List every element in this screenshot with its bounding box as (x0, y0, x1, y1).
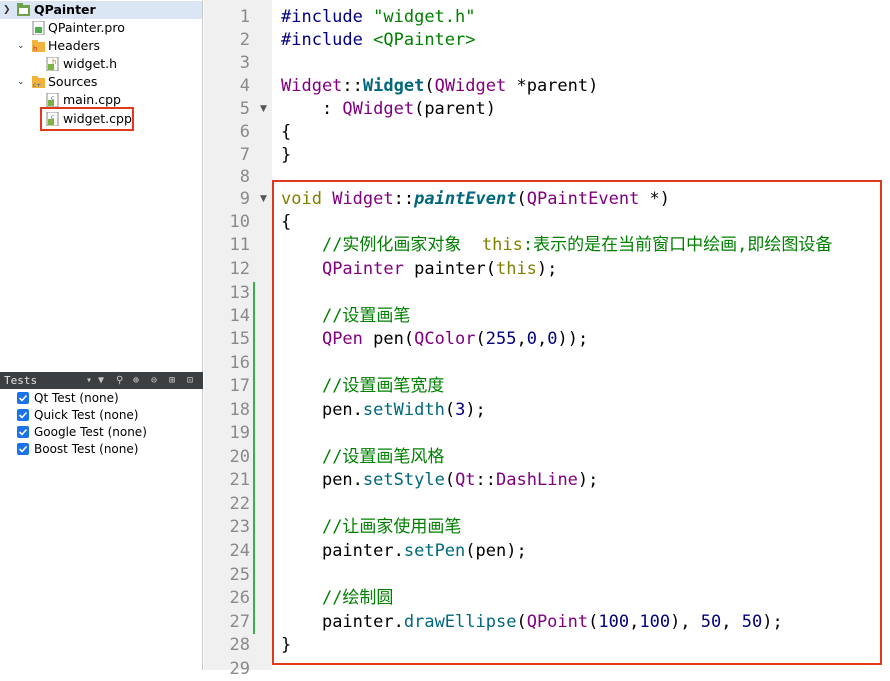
source-file-icon: c (46, 93, 59, 107)
code-token: } (281, 145, 292, 165)
line-number: 28 (229, 635, 250, 655)
filter-icon[interactable]: ▼ (98, 372, 104, 389)
line-number: 8 (239, 167, 250, 187)
code-token: { (281, 122, 292, 142)
svg-text:c: c (51, 95, 54, 102)
close-panel-icon[interactable]: ⊡ (187, 372, 193, 389)
expand-icon[interactable]: ⊕ (133, 372, 139, 389)
tests-panel-header: Tests ▾ ▼ ⚲ ⊕ ⊖ ⊞ ⊡ (0, 372, 203, 389)
file-highlight-box (40, 107, 134, 131)
dropdown-icon[interactable]: ▾ (86, 372, 92, 389)
line-number-gutter: 1 2 3 4 5 6 7 8 9 10 11 12 13 14 15 16 1… (204, 0, 272, 679)
change-marker-bar (253, 282, 255, 634)
checkbox-checked-icon[interactable] (17, 426, 29, 438)
code-line-2: #include <QPainter> (281, 29, 476, 52)
svg-text:h: h (52, 58, 56, 66)
code-token: QWidget (434, 76, 507, 96)
line-number: 25 (229, 565, 250, 585)
link-icon[interactable]: ⚲ (116, 372, 123, 389)
pro-file-label: QPainter.pro (48, 20, 125, 35)
header-file-label: widget.h (63, 56, 118, 71)
header-file-icon: h (46, 57, 59, 71)
code-token: #include (281, 30, 363, 50)
tree-item-headers[interactable]: ⌄ h Headers (0, 37, 202, 55)
checkbox-checked-icon[interactable] (17, 392, 29, 404)
pro-file-icon (32, 21, 45, 35)
checkbox-checked-icon[interactable] (17, 443, 29, 455)
code-token: Widget (281, 76, 343, 96)
test-label: Google Test (none) (34, 425, 147, 439)
code-token: (parent) (414, 99, 496, 119)
line-number: 15 (229, 329, 250, 349)
line-number: 2 (239, 30, 250, 50)
code-token: "widget.h" (373, 7, 476, 27)
folder-icon: c+ (32, 76, 45, 89)
project-panel: ❯ QPainter QPainter.pro ⌄ h Headers h wi… (0, 0, 203, 670)
line-number: 11 (229, 235, 250, 255)
tree-item-sources[interactable]: ⌄ c+ Sources (0, 73, 202, 91)
line-number: 22 (229, 494, 250, 514)
code-token: <QPainter> (373, 30, 476, 50)
code-token: #include (281, 7, 363, 27)
line-number: 14 (229, 306, 250, 326)
line-number: 24 (229, 541, 250, 561)
line-number: 20 (229, 447, 250, 467)
code-token: *parent) (506, 76, 599, 96)
function-highlight-box (272, 180, 882, 665)
line-number: 12 (229, 259, 250, 279)
tree-item-project[interactable]: ❯ QPainter (0, 1, 202, 19)
line-number: 6 (239, 122, 250, 142)
code-line-4: Widget::Widget(QWidget *parent) (281, 75, 598, 98)
code-line-7: } (281, 144, 291, 167)
project-folder-icon (17, 3, 30, 16)
tree-item-widget-h[interactable]: h widget.h (0, 55, 202, 73)
tree-item-pro-file[interactable]: QPainter.pro (0, 19, 202, 37)
line-number: 10 (229, 212, 250, 232)
test-label: Quick Test (none) (34, 408, 139, 422)
line-number: 18 (229, 400, 250, 420)
test-label: Qt Test (none) (34, 391, 119, 405)
checkbox-checked-icon[interactable] (17, 409, 29, 421)
tests-title: Tests (4, 374, 38, 387)
fold-arrow-icon[interactable]: ▼ (260, 194, 267, 204)
folder-icon: h (32, 40, 45, 53)
headers-label: Headers (48, 38, 101, 53)
code-line-5: : QWidget(parent) (281, 98, 496, 121)
chevron-down-icon[interactable]: ❯ (3, 1, 11, 19)
code-token: QWidget (342, 99, 415, 119)
test-label: Boost Test (none) (34, 442, 139, 456)
line-number: 3 (239, 53, 250, 73)
code-token: ( (424, 76, 435, 96)
code-line-6: { (281, 121, 291, 144)
line-number: 5 (239, 99, 250, 119)
code-token: : (281, 99, 343, 119)
line-number: 23 (229, 517, 250, 537)
code-token: Widget (362, 76, 425, 96)
split-icon[interactable]: ⊞ (169, 372, 175, 389)
line-number: 19 (229, 423, 250, 443)
chevron-down-icon[interactable]: ⌄ (17, 37, 25, 55)
line-number: 1 (239, 7, 250, 27)
line-number: 9 (239, 189, 250, 209)
line-number: 4 (239, 76, 250, 96)
project-name: QPainter (34, 2, 96, 17)
code-token: :: (342, 76, 363, 96)
line-number: 26 (229, 588, 250, 608)
line-number: 13 (229, 283, 250, 303)
line-number: 17 (229, 376, 250, 396)
svg-text:c+: c+ (33, 82, 41, 89)
svg-text:h: h (33, 45, 37, 53)
code-line-1: #include "widget.h" (281, 6, 476, 29)
fold-arrow-icon[interactable]: ▼ (260, 104, 267, 114)
sources-label: Sources (48, 74, 98, 89)
line-number: 16 (229, 353, 250, 373)
collapse-icon[interactable]: ⊖ (151, 372, 157, 389)
line-number: 21 (229, 470, 250, 490)
chevron-down-icon[interactable]: ⌄ (17, 73, 25, 91)
line-number: 27 (229, 612, 250, 632)
line-number: 7 (239, 145, 250, 165)
